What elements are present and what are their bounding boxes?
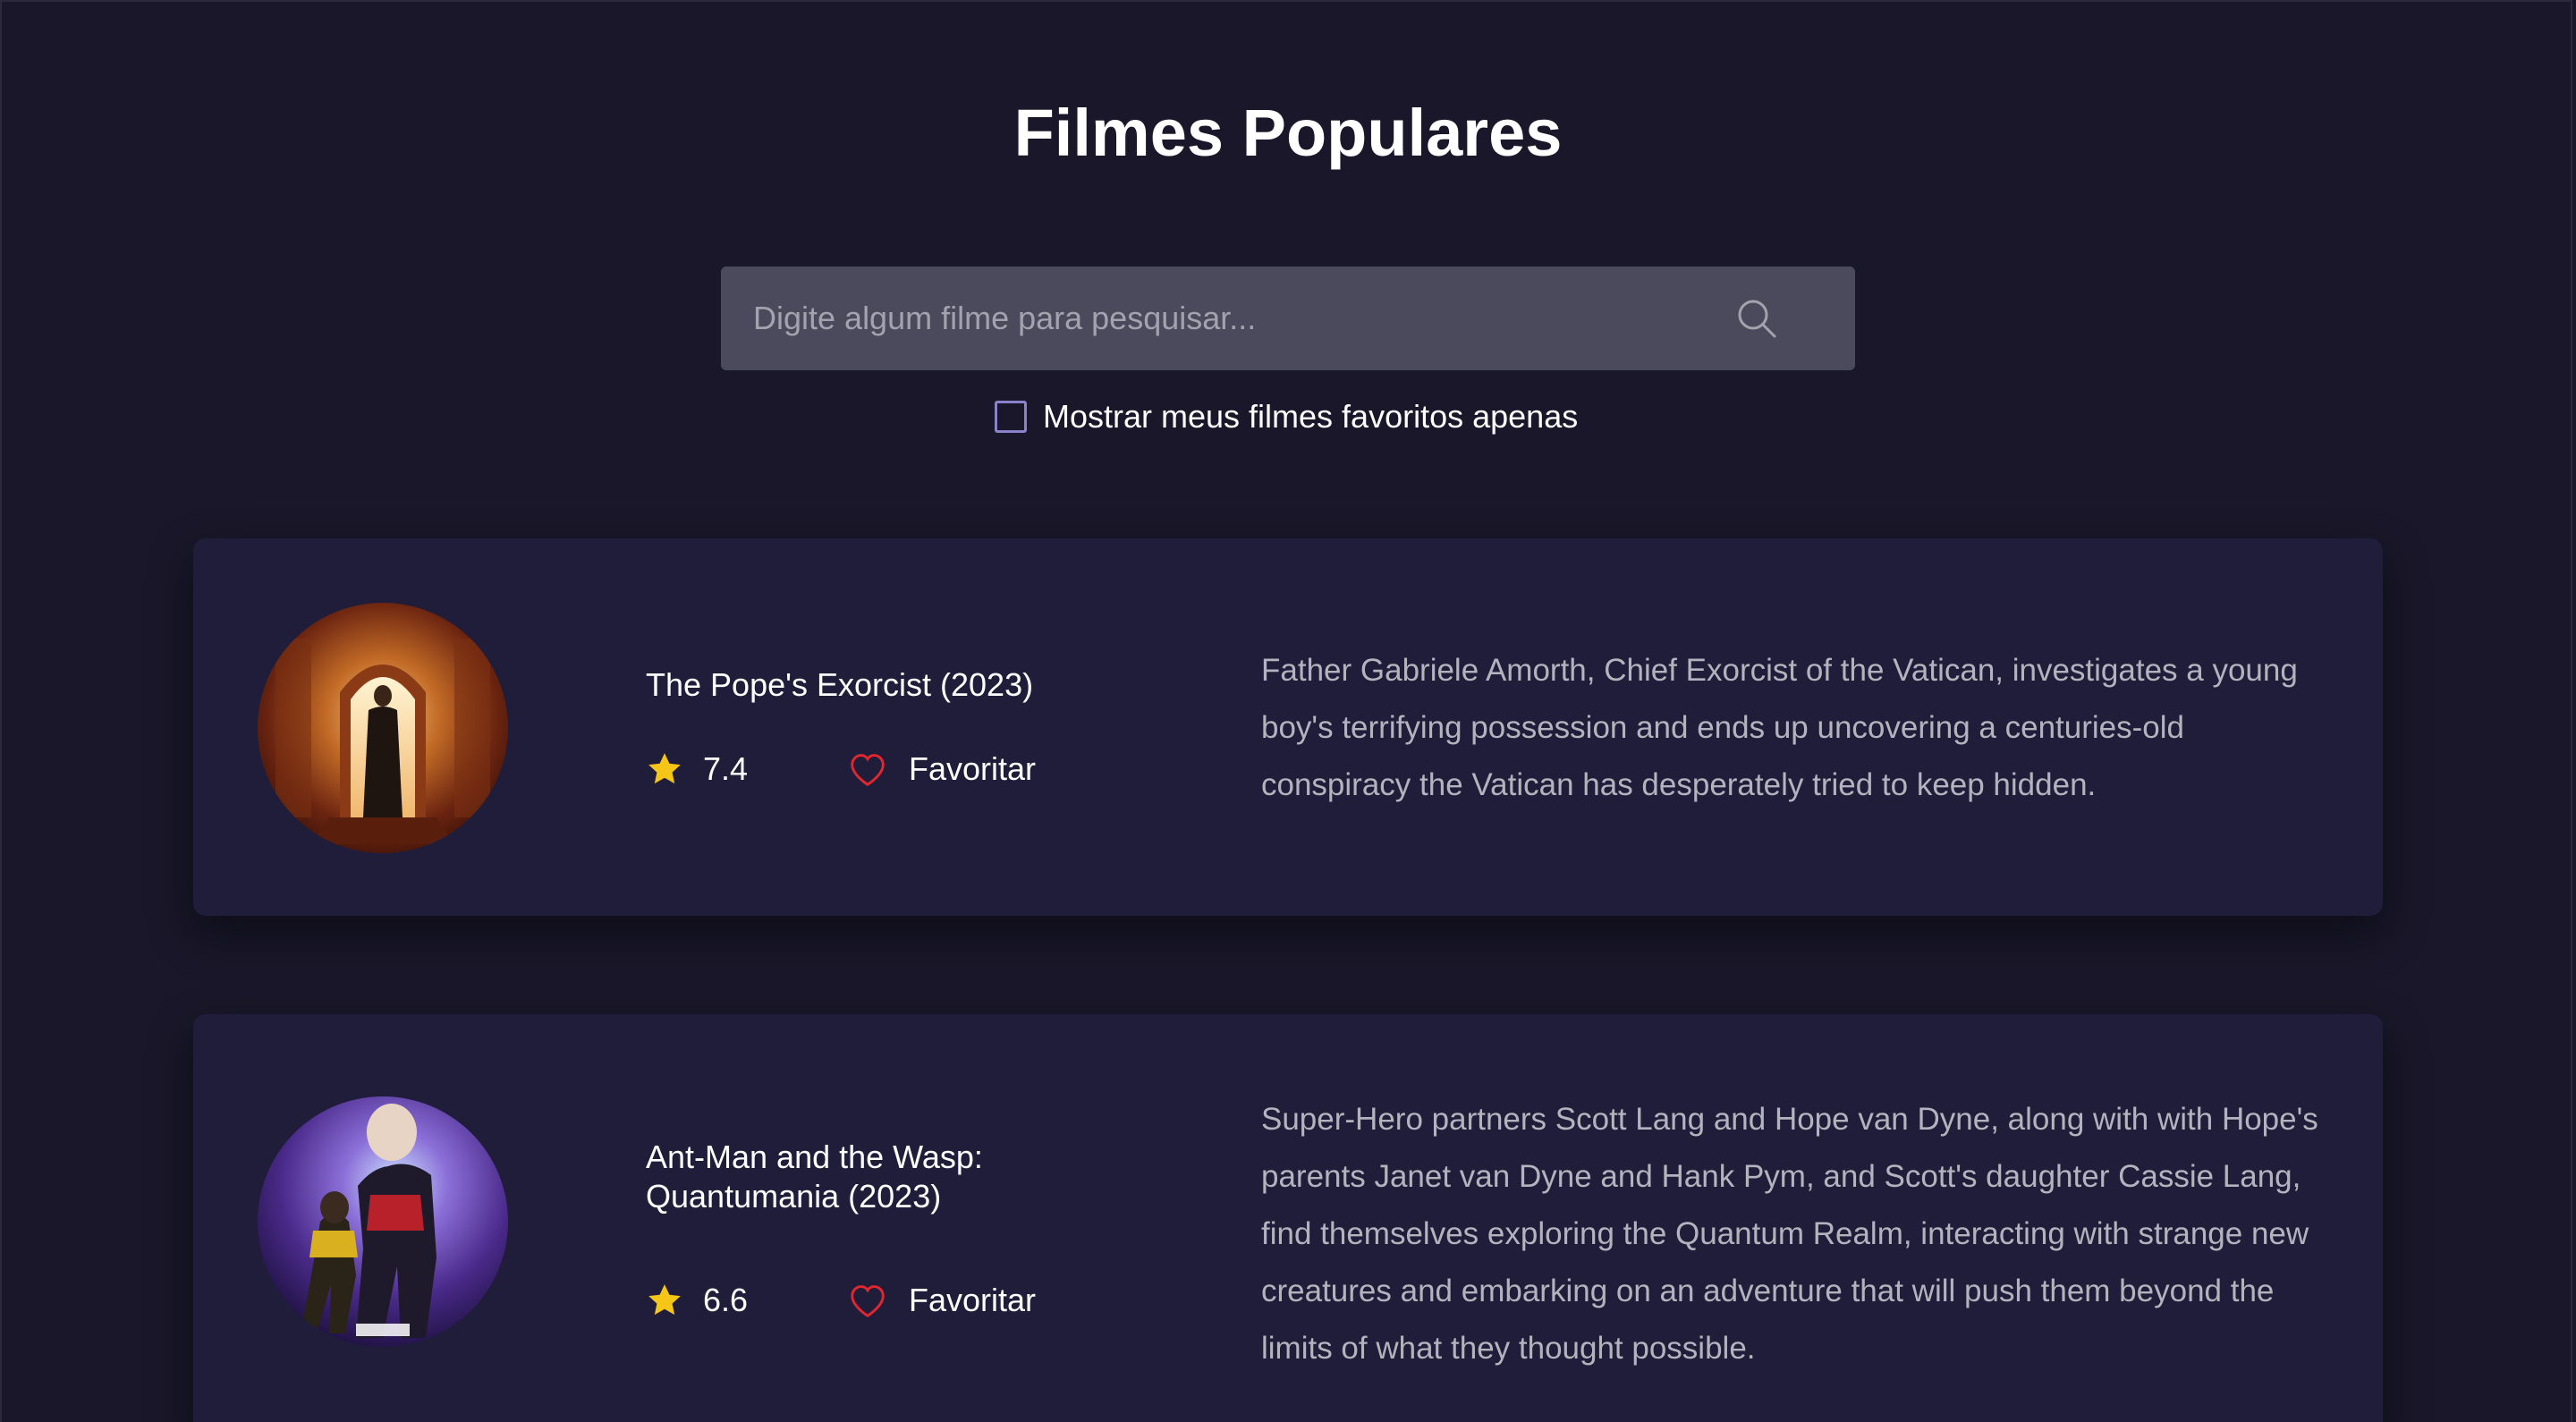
heart-icon bbox=[851, 1285, 885, 1317]
favorites-filter-label: Mostrar meus filmes favoritos apenas bbox=[1043, 398, 1579, 435]
movie-overview: Super-Hero partners Scott Lang and Hope … bbox=[1261, 1102, 2318, 1366]
heart-icon bbox=[851, 754, 885, 786]
favorite-button[interactable]: Favoritar bbox=[848, 1281, 1036, 1320]
movie-overview: Father Gabriele Amorth, Chief Exorcist o… bbox=[1261, 653, 2298, 802]
rating-value: 7.4 bbox=[703, 750, 749, 787]
search-bar bbox=[721, 267, 1855, 370]
movie-card: The Pope's Exorcist (2023) 7.4 Favoritar… bbox=[193, 538, 2383, 916]
favorite-label: Favoritar bbox=[909, 1282, 1037, 1318]
rating-value: 6.6 bbox=[703, 1282, 749, 1318]
search-input[interactable] bbox=[753, 267, 1737, 370]
search-icon[interactable] bbox=[1735, 297, 1778, 340]
favorite-button[interactable]: Favoritar bbox=[848, 749, 1036, 789]
movie-rating: 7.4 bbox=[646, 749, 748, 789]
page-title: Filmes Populares bbox=[1013, 96, 1563, 170]
star-icon bbox=[648, 753, 681, 784]
movie-poster bbox=[258, 1096, 508, 1347]
favorites-filter[interactable]: Mostrar meus filmes favoritos apenas bbox=[995, 397, 1578, 436]
star-icon bbox=[648, 1284, 681, 1316]
movie-poster bbox=[258, 603, 508, 853]
movie-title: Ant-Man and the Wasp: Quantumania (2023) bbox=[646, 1138, 983, 1215]
favorites-checkbox[interactable] bbox=[995, 401, 1027, 433]
movie-title: The Pope's Exorcist (2023) bbox=[646, 666, 1034, 703]
favorite-label: Favoritar bbox=[909, 750, 1037, 787]
movie-card: Ant-Man and the Wasp: Quantumania (2023)… bbox=[193, 1014, 2383, 1422]
movie-rating: 6.6 bbox=[646, 1281, 748, 1320]
